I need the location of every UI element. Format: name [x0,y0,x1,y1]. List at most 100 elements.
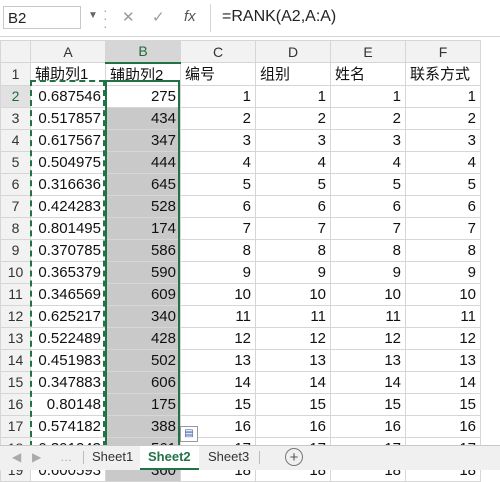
formula-text[interactable]: =RANK(A2,A:A) [222,8,336,26]
cell-d[interactable]: 11 [255,304,331,328]
row-header[interactable]: 3 [0,106,31,130]
row-header[interactable]: 12 [0,304,31,328]
cell-f[interactable]: 3 [405,128,481,152]
row-header[interactable]: 11 [0,282,31,306]
row-header[interactable]: 15 [0,370,31,394]
cell-f[interactable]: 4 [405,150,481,174]
cell-e[interactable]: 5 [330,172,406,196]
row-header[interactable]: 14 [0,348,31,372]
cell-c[interactable]: 9 [180,260,256,284]
cell-a[interactable]: 0.80148 [30,392,106,416]
enter-icon[interactable]: ✓ [152,8,165,26]
column-header-f[interactable]: F [405,40,481,63]
cell-a[interactable]: 0.625217 [30,304,106,328]
select-all-corner[interactable] [0,40,31,63]
row-header[interactable]: 8 [0,216,31,240]
cell-a[interactable]: 0.346569 [30,282,106,306]
cell-b[interactable]: 340 [105,304,181,328]
cell-e[interactable]: 10 [330,282,406,306]
cell-e[interactable]: 2 [330,106,406,130]
cell-b[interactable]: 528 [105,194,181,218]
cell-a[interactable]: 0.617567 [30,128,106,152]
cell-e[interactable]: 14 [330,370,406,394]
cell-b[interactable]: 444 [105,150,181,174]
cell-d[interactable]: 3 [255,128,331,152]
cell-a[interactable]: 0.517857 [30,106,106,130]
cell-a1[interactable]: 辅助列1 [30,62,106,86]
cell-a[interactable]: 0.316636 [30,172,106,196]
cell-a[interactable]: 0.370785 [30,238,106,262]
cell-f[interactable]: 5 [405,172,481,196]
cell-f[interactable]: 14 [405,370,481,394]
cell-b[interactable]: 275 [105,84,181,108]
cell-a[interactable]: 0.522489 [30,326,106,350]
cell-f[interactable]: 1 [405,84,481,108]
cell-a[interactable]: 0.365379 [30,260,106,284]
cell-d[interactable]: 12 [255,326,331,350]
tab-sheet2[interactable]: Sheet2 [140,446,199,470]
tab-sheet1[interactable]: Sheet1 [84,446,141,468]
drag-handle-icon[interactable]: · · · [103,3,108,33]
cell-f[interactable]: 9 [405,260,481,284]
cell-b[interactable]: 174 [105,216,181,240]
cell-a[interactable]: 0.504975 [30,150,106,174]
cell-b[interactable]: 645 [105,172,181,196]
cell-f[interactable]: 13 [405,348,481,372]
cell-b[interactable]: 502 [105,348,181,372]
cell-b[interactable]: 434 [105,106,181,130]
scroll-right-icon[interactable]: ▶ [32,450,41,464]
cell-d[interactable]: 1 [255,84,331,108]
row-header[interactable]: 2 [0,84,31,108]
cell-e[interactable]: 7 [330,216,406,240]
cell-b[interactable]: 388 [105,414,181,438]
cell-e[interactable]: 8 [330,238,406,262]
cell-e[interactable]: 15 [330,392,406,416]
quick-analysis-icon[interactable]: ▤ [180,426,198,442]
cell-a[interactable]: 0.451983 [30,348,106,372]
more-sheets-icon[interactable]: … [60,450,72,464]
cell-e[interactable]: 13 [330,348,406,372]
cell-e[interactable]: 12 [330,326,406,350]
row-header[interactable]: 17 [0,414,31,438]
cell-b[interactable]: 606 [105,370,181,394]
row-header[interactable]: 5 [0,150,31,174]
cell-d1[interactable]: 组别 [255,62,331,86]
cell-f[interactable]: 12 [405,326,481,350]
cell-d[interactable]: 15 [255,392,331,416]
cell-e[interactable]: 1 [330,84,406,108]
column-header-b[interactable]: B [105,40,181,64]
spreadsheet-grid[interactable]: A B C D E F 1 辅助列1 辅助列2 编号 组别 姓名 联系方式 20… [0,40,481,482]
cell-e[interactable]: 9 [330,260,406,284]
cell-b[interactable]: 590 [105,260,181,284]
column-header-e[interactable]: E [330,40,406,63]
row-header[interactable]: 7 [0,194,31,218]
cell-c[interactable]: 14 [180,370,256,394]
cell-c[interactable]: 13 [180,348,256,372]
cell-f[interactable]: 10 [405,282,481,306]
row-header[interactable]: 1 [0,62,31,86]
column-header-d[interactable]: D [255,40,331,63]
cell-b[interactable]: 175 [105,392,181,416]
name-box[interactable]: B2 [3,6,81,29]
cell-d[interactable]: 9 [255,260,331,284]
cell-c[interactable]: 6 [180,194,256,218]
cell-b[interactable]: 347 [105,128,181,152]
insert-function-icon[interactable]: fx [184,8,196,25]
row-header[interactable]: 13 [0,326,31,350]
cancel-icon[interactable]: ✕ [122,8,135,26]
cell-c[interactable]: 2 [180,106,256,130]
cell-a[interactable]: 0.424283 [30,194,106,218]
cell-c[interactable]: 15 [180,392,256,416]
scroll-left-icon[interactable]: ◀ [12,450,21,464]
cell-b[interactable]: 428 [105,326,181,350]
cell-d[interactable]: 8 [255,238,331,262]
cell-c[interactable]: 5 [180,172,256,196]
row-header[interactable]: 4 [0,128,31,152]
cell-e[interactable]: 16 [330,414,406,438]
cell-c[interactable]: 8 [180,238,256,262]
cell-f[interactable]: 2 [405,106,481,130]
column-header-c[interactable]: C [180,40,256,63]
column-header-a[interactable]: A [30,40,106,63]
tab-sheet3[interactable]: Sheet3 [200,446,257,468]
cell-e[interactable]: 11 [330,304,406,328]
